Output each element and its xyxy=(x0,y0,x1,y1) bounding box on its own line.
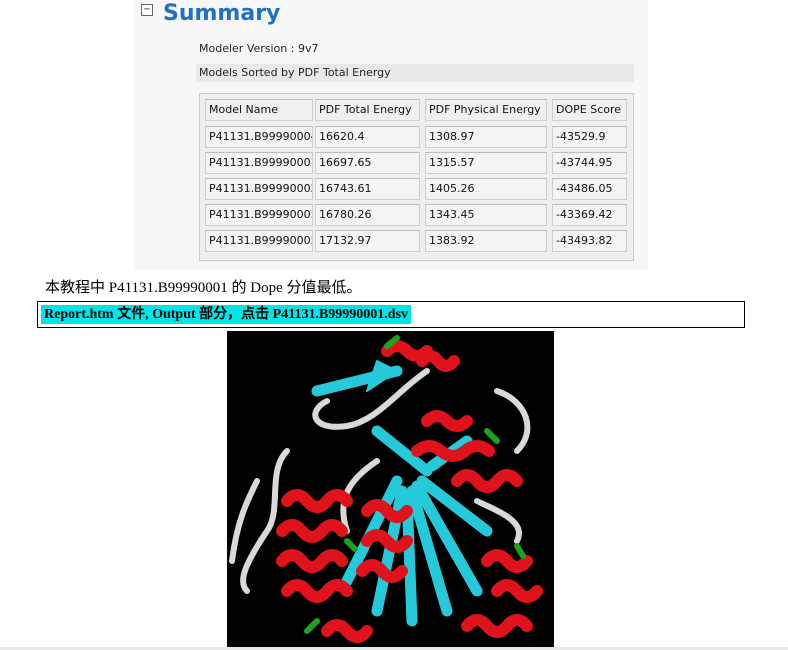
table-cell: -43493.82 xyxy=(552,230,627,252)
table-cell: 16697.65 xyxy=(315,152,420,174)
table-cell: P41131.B99990003 xyxy=(205,204,313,226)
body-text: 本教程中 P41131.B99990001 的 Dope 分值最低。 xyxy=(45,280,362,296)
table-cell: -43744.95 xyxy=(552,152,627,174)
collapse-toggle-icon[interactable]: − xyxy=(141,4,153,16)
table-cell: 16620.4 xyxy=(315,126,420,148)
table-cell: 16743.61 xyxy=(315,178,420,200)
table-cell: -43529.9 xyxy=(552,126,627,148)
ribbon-model xyxy=(229,335,543,643)
sorted-label: Models Sorted by PDF Total Energy xyxy=(196,64,634,82)
table-cell: 17132.97 xyxy=(315,230,420,252)
table-cell: 16780.26 xyxy=(315,204,420,226)
summary-title: Summary xyxy=(163,1,281,26)
highlighted-instruction: Report.htm 文件, Output 部分，点击 P41131.B9999… xyxy=(41,305,412,324)
table-cell: 1383.92 xyxy=(425,230,547,252)
table-cell: -43486.05 xyxy=(552,178,627,200)
modeler-version: Modeler Version : 9v7 xyxy=(199,42,319,55)
table-cell: 1405.26 xyxy=(425,178,547,200)
table-header-cell: Model Name xyxy=(205,99,313,121)
table-header-cell: DOPE Score xyxy=(552,99,627,121)
table-cell: P41131.B99990005 xyxy=(205,230,313,252)
protein-structure-image xyxy=(227,331,554,650)
table-header-cell: PDF Total Energy xyxy=(315,99,420,121)
table-cell: -43369.42 xyxy=(552,204,627,226)
table-cell: P41131.B99990001 xyxy=(205,152,313,174)
table-cell: P41131.B99990002 xyxy=(205,178,313,200)
table-cell: P41131.B99990004 xyxy=(205,126,313,148)
results-table: Model Name PDF Total Energy PDF Physical E… xyxy=(199,93,634,261)
table-cell: 1308.97 xyxy=(425,126,547,148)
table-header-cell: PDF Physical Energy xyxy=(425,99,547,121)
table-cell: 1315.57 xyxy=(425,152,547,174)
table-cell: 1343.45 xyxy=(425,204,547,226)
